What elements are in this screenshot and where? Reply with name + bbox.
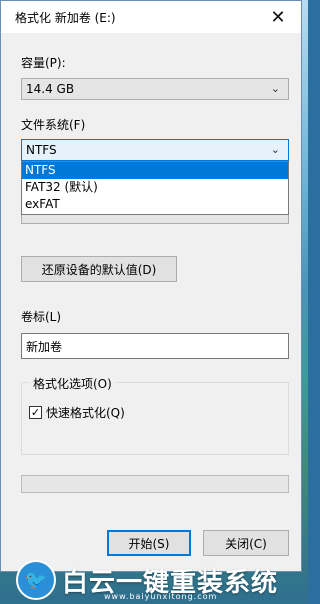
volume-label-label: 卷标(L) xyxy=(21,310,62,324)
close-button[interactable]: 关闭(C) xyxy=(203,530,289,556)
dropdown-option-exfat[interactable]: exFAT xyxy=(22,196,288,213)
capacity-label: 容量(P): xyxy=(21,56,66,70)
start-button[interactable]: 开始(S) xyxy=(107,530,191,556)
dropdown-option-fat32[interactable]: FAT32 (默认) xyxy=(22,179,288,196)
allocation-select-partial xyxy=(21,214,289,224)
format-progress-bar xyxy=(21,475,289,493)
filesystem-label: 文件系统(F) xyxy=(21,118,86,132)
quick-format-label: 快速格式化(Q) xyxy=(46,406,125,420)
format-dialog: 格式化 新加卷 (E:) ✕ 容量(P): 14.4 GB ⌄ 文件系统(F) … xyxy=(0,0,302,572)
format-options-legend: 格式化选项(O) xyxy=(29,375,116,392)
chevron-down-icon: ⌄ xyxy=(270,143,280,156)
chevron-down-icon: ⌄ xyxy=(270,82,280,95)
filesystem-select[interactable]: NTFS ⌄ xyxy=(21,139,289,161)
capacity-select[interactable]: 14.4 GB ⌄ xyxy=(21,78,289,100)
volume-label-value: 新加卷 xyxy=(26,339,63,354)
filesystem-value: NTFS xyxy=(26,143,57,157)
close-icon[interactable]: ✕ xyxy=(255,1,301,33)
window-title: 格式化 新加卷 (E:) xyxy=(15,10,116,25)
title-bar: 格式化 新加卷 (E:) ✕ xyxy=(1,1,301,33)
twitter-bird-icon: 🐦 xyxy=(16,560,56,600)
filesystem-dropdown: NTFS FAT32 (默认) exFAT xyxy=(21,161,289,215)
dropdown-option-ntfs[interactable]: NTFS xyxy=(22,162,288,179)
volume-label-input[interactable]: 新加卷 xyxy=(21,333,289,359)
restore-defaults-button[interactable]: 还原设备的默认值(D) xyxy=(21,256,177,282)
watermark-url: www.baiyunxitong.com xyxy=(104,592,218,601)
quick-format-checkbox[interactable]: ✓ xyxy=(29,406,42,419)
capacity-value: 14.4 GB xyxy=(26,82,75,96)
quick-format-row[interactable]: ✓ 快速格式化(Q) xyxy=(29,404,125,421)
